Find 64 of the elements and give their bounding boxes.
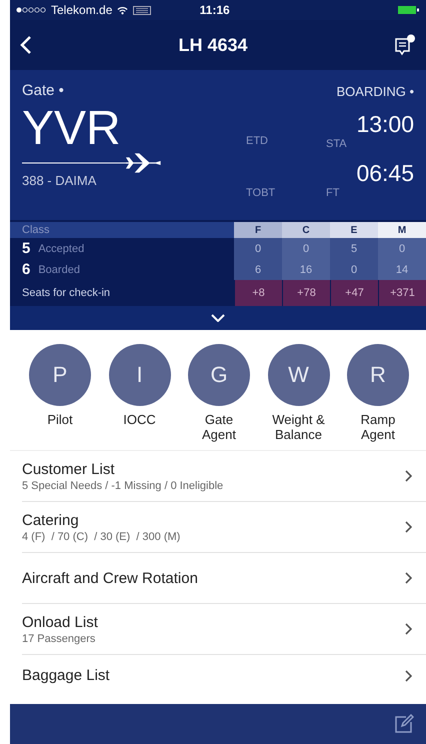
menu-item[interactable]: Catering 4 (F) / 70 (C) / 30 (E) / 300 (M) — [22, 502, 426, 553]
back-icon[interactable] — [20, 35, 32, 55]
table-cell: 16 — [282, 259, 330, 280]
table-cell: +371 — [378, 280, 426, 306]
contact-label: Gate Agent — [201, 412, 237, 442]
menu-item[interactable]: Customer List 5 Special Needs / -1 Missing / 0 Ineligible — [22, 451, 426, 502]
table-cell: 0 — [330, 259, 378, 280]
menu-item[interactable]: Onload List 17 Passengers — [22, 604, 426, 655]
vpn-icon — [133, 6, 152, 14]
gate-label: Gate • — [22, 82, 65, 99]
airport-code: YVR — [22, 103, 122, 155]
table-cell: 0 — [282, 238, 330, 259]
flight-status: BOARDING • — [336, 84, 414, 99]
table-cell: 0 — [234, 238, 282, 259]
compose-icon[interactable] — [394, 714, 414, 734]
aircraft-registration: 388 - DAIMA — [22, 173, 98, 188]
contact-label: Weight & Balance — [271, 412, 326, 442]
chevron-right-icon — [405, 670, 412, 682]
table-cell: 5 — [330, 238, 378, 259]
menu-item[interactable]: Baggage List — [22, 655, 426, 684]
contact-avatar-button[interactable]: G — [188, 344, 250, 406]
chevron-right-icon — [405, 623, 412, 635]
table-cell: +78 — [282, 280, 330, 306]
table-cell: +8 — [234, 280, 282, 306]
etd-label: ETD — [246, 135, 269, 147]
signal-strength-icon — [16, 7, 46, 13]
row-label: Seats for check-in — [21, 286, 112, 301]
chevron-right-icon — [405, 521, 412, 533]
chevron-right-icon — [405, 572, 412, 584]
contact-avatar-button[interactable]: W — [268, 344, 330, 406]
table-cell: +47 — [330, 280, 378, 306]
column-header: Class — [21, 223, 51, 238]
expand-chevron-icon[interactable] — [211, 314, 225, 322]
contact-label: Pilot — [46, 412, 74, 427]
contact-avatar-button[interactable]: P — [29, 344, 91, 406]
table-cell: 14 — [378, 259, 426, 280]
tobt-label: TOBT — [246, 187, 276, 199]
carrier-name: Telekom.de — [51, 3, 112, 17]
table-cell: 6 — [234, 259, 282, 280]
passenger-count: 6 — [22, 261, 30, 278]
class-column-header: C — [282, 222, 330, 238]
sta-time: 13:00 — [356, 111, 414, 138]
chevron-right-icon — [405, 470, 412, 482]
menu-item[interactable]: Aircraft and Crew Rotation — [22, 553, 426, 604]
contact-label: IOCC — [122, 412, 157, 427]
ft-label: FT — [325, 187, 340, 199]
sta-label: STA — [325, 138, 347, 150]
table-cell: 0 — [378, 238, 426, 259]
contact-label: Ramp Agent — [360, 412, 396, 442]
flight-title: LH 4634 — [177, 34, 249, 56]
airplane-route-icon — [22, 153, 162, 173]
passenger-count: 5 — [22, 240, 30, 257]
battery-icon — [398, 6, 420, 14]
message-icon[interactable] — [394, 34, 416, 56]
row-label: Accepted — [38, 242, 84, 254]
clock-time: 11:16 — [200, 3, 230, 17]
class-column-header: E — [330, 222, 378, 238]
row-label: Boarded — [38, 264, 80, 276]
contact-avatar-button[interactable]: I — [108, 344, 170, 406]
contact-avatar-button[interactable]: R — [347, 344, 409, 406]
ft-time: 06:45 — [356, 160, 414, 187]
class-column-header: M — [378, 222, 426, 238]
class-column-header: F — [234, 222, 282, 238]
wifi-icon — [117, 6, 128, 14]
